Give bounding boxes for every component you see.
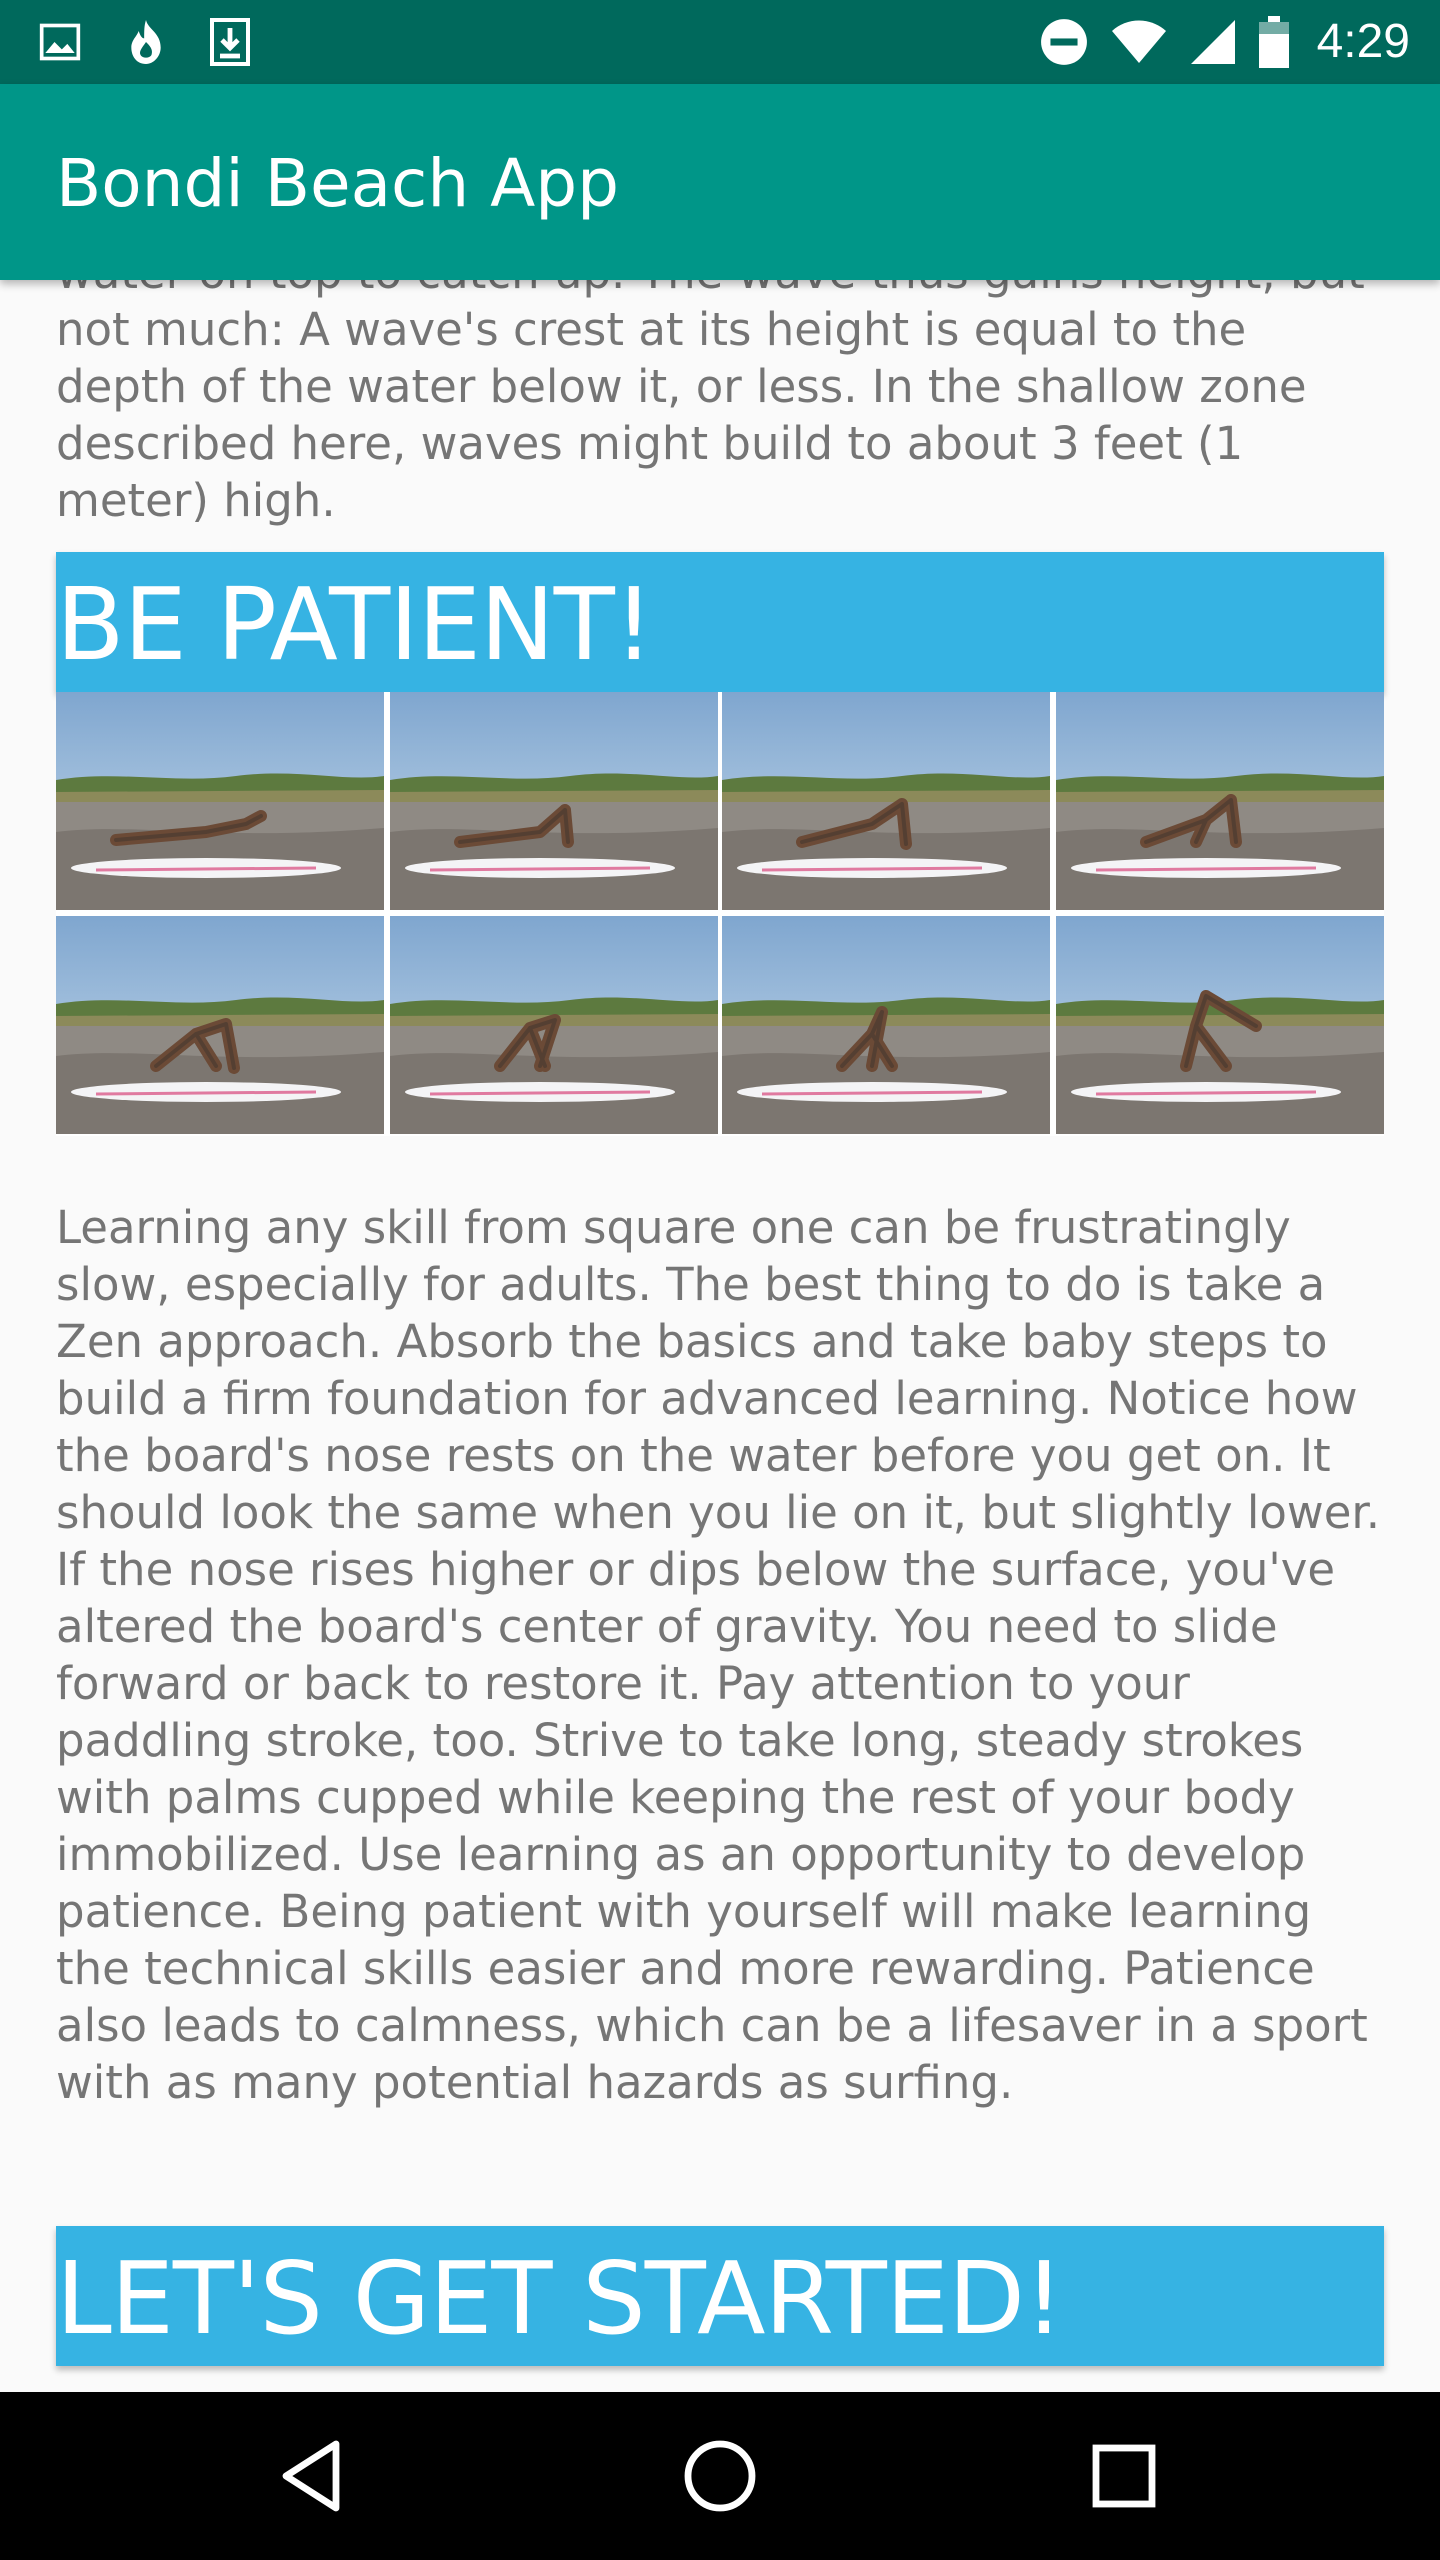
surf-photo-frame: [1056, 916, 1384, 1134]
image-icon: [39, 23, 81, 61]
section-banner-get-started: LET'S GET STARTED!: [56, 2226, 1384, 2366]
section-heading: LET'S GET STARTED!: [56, 2240, 1064, 2357]
surf-photo-frame: [722, 692, 1050, 910]
flame-icon: [131, 20, 161, 64]
back-icon[interactable]: [276, 2436, 356, 2516]
section-heading: BE PATIENT!: [56, 566, 654, 683]
recents-icon[interactable]: [1084, 2436, 1164, 2516]
wave-paragraph: water on top to catch up. The wave thus …: [56, 280, 1365, 527]
app-bar: Bondi Beach App: [0, 84, 1440, 280]
section-banner-be-patient: BE PATIENT!: [56, 552, 1384, 692]
status-bar: 4:29: [0, 0, 1440, 84]
surf-photo-frame: [1056, 692, 1384, 910]
popup-sequence-photo-grid: [56, 692, 1384, 1136]
download-icon: [210, 18, 250, 66]
scroll-content[interactable]: water on top to catch up. The wave thus …: [0, 280, 1440, 2392]
surf-photo-frame: [390, 692, 718, 910]
app-title: Bondi Beach App: [56, 145, 620, 222]
signal-icon: [1190, 20, 1235, 64]
surf-photo-frame: [722, 916, 1050, 1134]
do-not-disturb-icon: [1040, 19, 1087, 65]
patience-paragraph: Learning any skill from square one can b…: [56, 1201, 1381, 2109]
wifi-icon: [1111, 20, 1166, 63]
surf-photo-frame: [390, 916, 718, 1134]
battery-icon: [1258, 16, 1289, 68]
navigation-bar: [0, 2392, 1440, 2560]
clock-time: 4:29: [1316, 15, 1410, 68]
surf-photo-frame: [56, 692, 384, 910]
surf-photo-frame: [56, 916, 384, 1134]
home-icon[interactable]: [680, 2436, 760, 2516]
